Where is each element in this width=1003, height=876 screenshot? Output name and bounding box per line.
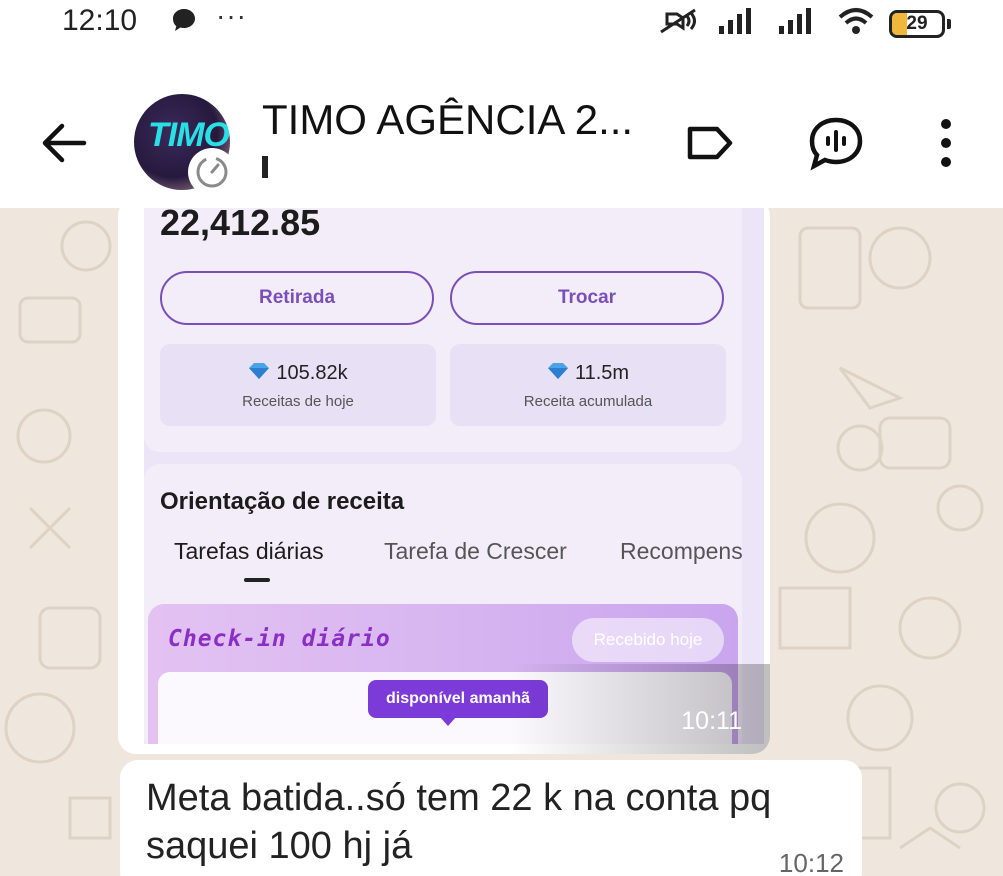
active-tab-indicator — [244, 578, 270, 582]
tab-growth-task: Tarefa de Crescer — [384, 538, 567, 564]
today-earnings-stat: 105.82k Receitas de hoje — [160, 344, 436, 426]
mute-icon — [657, 6, 703, 41]
more-vert-icon[interactable] — [936, 118, 956, 173]
text-message[interactable]: Meta batida..só tem 22 k na conta pq saq… — [120, 760, 862, 876]
image-message-time: 10:11 — [681, 707, 742, 735]
balance-amount: 22,412.85 — [160, 208, 321, 243]
diamond-icon — [248, 362, 270, 385]
chat-area[interactable]: 22,412.85 Retirada Trocar 105.82k Receit… — [0, 208, 1003, 876]
diamond-icon — [547, 362, 569, 385]
chat-bubble-icon — [170, 6, 198, 39]
received-today-button: Recebido hoje — [572, 618, 724, 662]
overflow-dots: ··· — [216, 0, 247, 31]
withdraw-button: Retirada — [160, 271, 434, 325]
text-message-time: 10:12 — [778, 848, 844, 876]
battery-level: 29 — [906, 12, 928, 34]
status-time: 12:10 — [62, 4, 138, 37]
label-icon[interactable] — [684, 120, 736, 171]
contact-name[interactable]: TIMO AGÊNCIA 2... — [262, 96, 633, 144]
back-arrow-icon[interactable] — [38, 120, 88, 171]
tab-rewards: Recompens — [620, 538, 743, 564]
tooltip-text: disponível amanhã — [386, 690, 531, 707]
guide-title: Orientação de receita — [160, 488, 405, 515]
voice-chat-icon[interactable] — [806, 114, 866, 177]
status-timer-icon — [188, 148, 236, 196]
signal-icon — [777, 6, 823, 41]
today-earnings-label: Receitas de hoje — [242, 393, 354, 410]
wifi-icon — [837, 6, 875, 41]
signal-icon — [717, 6, 763, 41]
chat-header: TIMO TIMO AGÊNCIA 2... — [0, 44, 1003, 208]
battery-indicator: 29 — [889, 9, 951, 38]
battery-fill — [892, 12, 907, 35]
balance-card: 22,412.85 Retirada Trocar 105.82k Receit… — [144, 208, 742, 452]
today-earnings-value: 105.82k — [276, 362, 348, 384]
image-message[interactable]: 22,412.85 Retirada Trocar 105.82k Receit… — [118, 208, 770, 754]
status-bar: 12:10 ··· 29 — [0, 0, 1003, 44]
message-text: Meta batida..só tem 22 k na conta pq saq… — [146, 777, 772, 867]
total-earnings-value: 11.5m — [574, 362, 630, 384]
contact-subtitle-redacted — [262, 152, 642, 180]
exchange-button: Trocar — [450, 271, 724, 325]
checkin-title: Check-in diário — [168, 626, 391, 652]
total-earnings-label: Receita acumulada — [523, 393, 653, 410]
tab-daily-tasks: Tarefas diárias — [174, 538, 324, 564]
total-earnings-stat: 11.5m Receita acumulada — [450, 344, 726, 426]
